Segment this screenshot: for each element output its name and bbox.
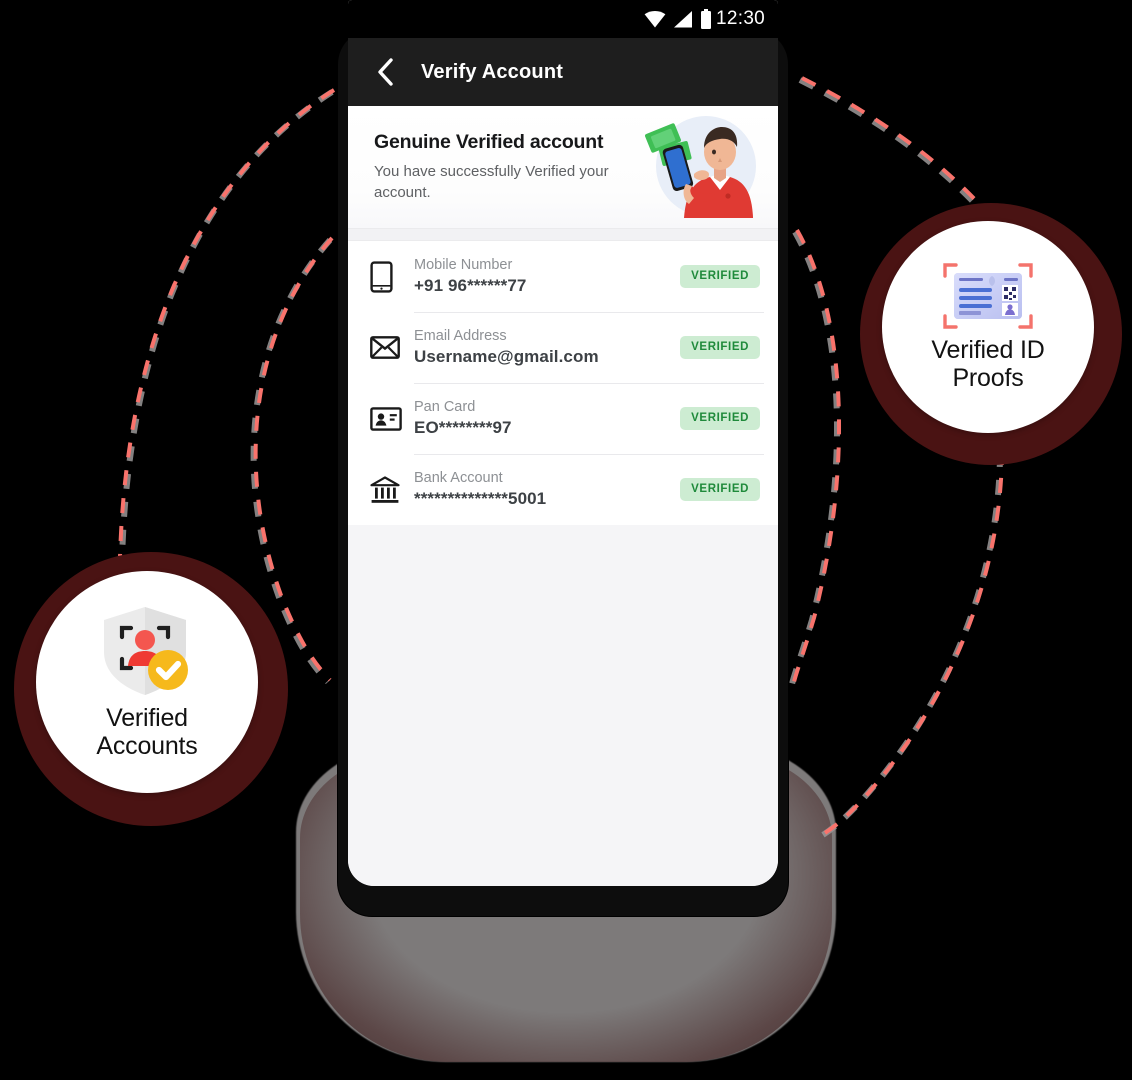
callout-verified-accounts[interactable]: Verified Accounts	[14, 552, 288, 826]
phone-mockup: 12:30 Verify Account Genuine Verified ac…	[338, 0, 788, 916]
hero-subtitle: You have successfully Verified your acco…	[374, 162, 609, 201]
list-item[interactable]: Email Address Username@gmail.com VERIFIE…	[348, 312, 778, 383]
list-item[interactable]: Pan Card EO********97 VERIFIED	[348, 383, 778, 454]
id-card-scan-icon	[943, 263, 1033, 329]
app-bar: Verify Account	[348, 38, 778, 106]
man-with-phone-and-money-illustration	[645, 116, 756, 218]
status-badge: VERIFIED	[680, 407, 760, 430]
callout-label-line1: Verified ID	[931, 336, 1045, 364]
battery-icon	[701, 9, 711, 29]
hero-title: Genuine Verified account	[374, 130, 604, 153]
envelope-icon	[370, 336, 400, 359]
callout-label: Verified ID Proofs	[931, 336, 1044, 392]
hero-list-divider	[348, 228, 778, 241]
status-badge: VERIFIED	[680, 478, 760, 501]
smartphone-icon	[370, 260, 393, 293]
shield-face-scan-check-icon	[104, 607, 188, 695]
signal-icon	[674, 10, 692, 27]
callout-label-line2: Accounts	[96, 732, 198, 760]
verification-list: Mobile Number +91 96******77 VERIFIED Em…	[348, 241, 778, 525]
empty-content-area	[348, 525, 778, 886]
status-badge: VERIFIED	[680, 336, 760, 359]
list-item-value: **************5001	[414, 489, 547, 509]
chevron-left-icon	[378, 58, 393, 86]
hero-banner: Genuine Verified account You have succes…	[348, 106, 778, 228]
list-item-value: Username@gmail.com	[414, 347, 599, 367]
page-title: Verify Account	[421, 60, 564, 83]
list-item-label: Mobile Number	[414, 256, 513, 273]
list-item-label: Bank Account	[414, 469, 503, 486]
callout-label-line1: Verified	[106, 704, 188, 732]
callout-label: Verified Accounts	[96, 704, 197, 760]
list-item[interactable]: Bank Account **************5001 VERIFIED	[348, 454, 778, 525]
back-button[interactable]	[370, 57, 400, 87]
callout-label-line2: Proofs	[952, 364, 1024, 392]
status-bar: 12:30	[348, 0, 778, 38]
list-item[interactable]: Mobile Number +91 96******77 VERIFIED	[348, 241, 778, 312]
list-item-value: +91 96******77	[414, 276, 527, 296]
list-item-value: EO********97	[414, 418, 512, 438]
bank-icon	[370, 475, 400, 503]
callout-verified-id-proofs[interactable]: Verified ID Proofs	[860, 203, 1122, 465]
status-badge: VERIFIED	[680, 265, 760, 288]
list-item-label: Email Address	[414, 327, 507, 344]
id-card-icon	[370, 406, 402, 431]
screenshot-root: 12:30 Verify Account Genuine Verified ac…	[0, 0, 1132, 1080]
phone-screen: 12:30 Verify Account Genuine Verified ac…	[348, 0, 778, 886]
wifi-icon	[644, 10, 666, 27]
status-bar-clock: 12:30	[716, 8, 766, 29]
list-item-label: Pan Card	[414, 398, 476, 415]
